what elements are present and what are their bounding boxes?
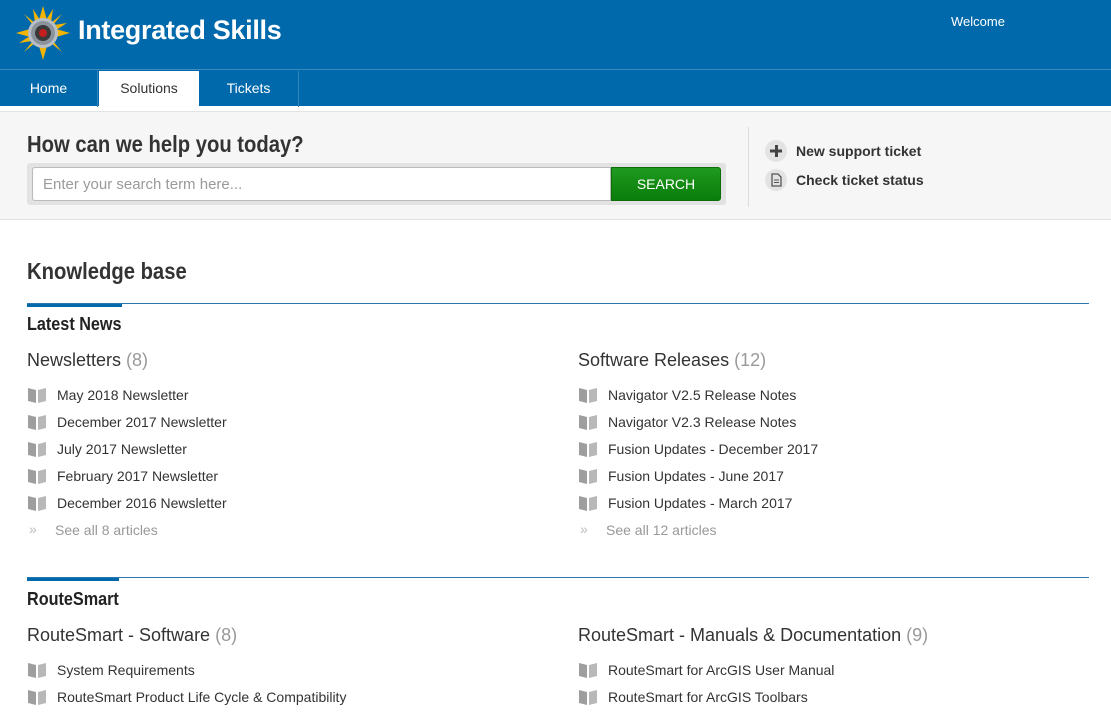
book-icon — [578, 688, 598, 709]
article-title[interactable]: July 2017 Newsletter — [57, 441, 187, 457]
article-title[interactable]: System Requirements — [57, 662, 195, 678]
book-icon — [578, 386, 598, 407]
category-software-releases[interactable]: Software Releases (12) — [578, 350, 766, 371]
book-icon — [27, 688, 47, 709]
article-title[interactable]: December 2017 Newsletter — [57, 414, 227, 430]
category-newsletters[interactable]: Newsletters (8) — [27, 350, 148, 371]
sunflower-gear-logo-icon[interactable] — [16, 6, 70, 60]
article-title[interactable]: Navigator V2.5 Release Notes — [608, 387, 796, 403]
category-name[interactable]: RouteSmart - Manuals & Documentation — [578, 625, 901, 645]
article-title[interactable]: May 2018 Newsletter — [57, 387, 189, 403]
tab-solutions[interactable]: Solutions — [99, 71, 199, 107]
category-routesmart-software[interactable]: RouteSmart - Software (8) — [27, 625, 237, 646]
article-title[interactable]: December 2016 Newsletter — [57, 495, 227, 511]
help-panel: How can we help you today? SEARCH — [0, 111, 1111, 220]
category-count: (9) — [906, 625, 929, 645]
main-nav: Home Solutions Tickets — [0, 69, 1111, 107]
book-icon — [27, 661, 47, 682]
book-icon — [27, 467, 47, 488]
book-icon — [578, 467, 598, 488]
book-icon — [578, 440, 598, 461]
article-title[interactable]: Fusion Updates - March 2017 — [608, 495, 792, 511]
search-bar: SEARCH — [27, 163, 726, 205]
plus-icon — [765, 140, 787, 162]
section-title-latest-news: Latest News — [27, 314, 122, 334]
book-icon — [578, 413, 598, 434]
book-icon — [27, 440, 47, 461]
welcome-text: Welcome — [951, 14, 1005, 29]
divider — [748, 127, 749, 207]
brand-name[interactable]: Integrated Skills — [78, 15, 282, 46]
category-name[interactable]: Software Releases — [578, 350, 729, 370]
article-title[interactable]: RouteSmart Product Life Cycle & Compatib… — [57, 689, 346, 705]
check-ticket-status-label[interactable]: Check ticket status — [796, 169, 924, 191]
tab-home[interactable]: Home — [0, 71, 98, 107]
search-input[interactable] — [32, 167, 611, 201]
new-support-ticket-label[interactable]: New support ticket — [796, 140, 921, 162]
book-icon — [27, 386, 47, 407]
help-title: How can we help you today? — [27, 131, 304, 157]
article-title[interactable]: RouteSmart for ArcGIS User Manual — [608, 662, 834, 678]
article-title[interactable]: Fusion Updates - June 2017 — [608, 468, 784, 484]
article-title[interactable]: February 2017 Newsletter — [57, 468, 218, 484]
article-title[interactable]: RouteSmart for ArcGIS Toolbars — [608, 689, 808, 705]
see-all-label[interactable]: See all 8 articles — [55, 522, 158, 538]
category-count: (8) — [215, 625, 238, 645]
article-title[interactable]: Navigator V2.3 Release Notes — [608, 414, 796, 430]
book-icon — [27, 413, 47, 434]
section-divider — [27, 577, 1089, 578]
search-button[interactable]: SEARCH — [611, 167, 721, 201]
double-chevron-right-icon: » — [29, 521, 37, 537]
tab-tickets[interactable]: Tickets — [199, 71, 299, 107]
knowledge-base-title: Knowledge base — [27, 258, 187, 284]
category-count: (8) — [126, 350, 149, 370]
see-all-label[interactable]: See all 12 articles — [606, 522, 717, 538]
category-count: (12) — [734, 350, 767, 370]
document-icon — [765, 169, 787, 191]
double-chevron-right-icon: » — [580, 521, 588, 537]
book-icon — [578, 494, 598, 515]
category-name[interactable]: Newsletters — [27, 350, 121, 370]
category-routesmart-manuals[interactable]: RouteSmart - Manuals & Documentation (9) — [578, 625, 928, 646]
section-title-routesmart: RouteSmart — [27, 589, 119, 609]
top-header: Integrated Skills Welcome — [0, 0, 1111, 69]
article-title[interactable]: Fusion Updates - December 2017 — [608, 441, 818, 457]
category-name[interactable]: RouteSmart - Software — [27, 625, 210, 645]
book-icon — [27, 494, 47, 515]
section-divider — [27, 303, 1089, 304]
book-icon — [578, 661, 598, 682]
